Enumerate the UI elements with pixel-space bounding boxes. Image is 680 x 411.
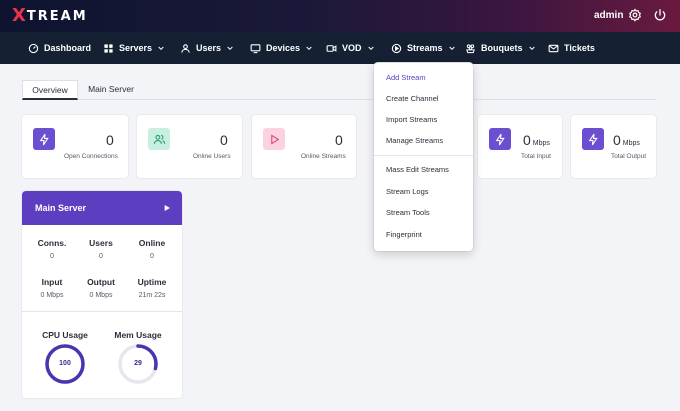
logo-text: TREAM bbox=[26, 8, 88, 24]
stat-icon-box bbox=[489, 128, 511, 150]
stat-unit: Mbps bbox=[532, 140, 550, 147]
stat-value: 0 bbox=[335, 132, 343, 148]
server-card: Main Server Conns. 0 Users 0 Online 0 In… bbox=[22, 191, 182, 398]
servers-icon bbox=[104, 43, 113, 53]
menu-item-mass-edit-streams[interactable]: Mass Edit Streams bbox=[386, 165, 449, 174]
nav-label: Bouquets bbox=[481, 43, 523, 53]
lightning-icon bbox=[39, 133, 49, 145]
stat-card-total-output: 0 Mbps Total Output bbox=[571, 115, 656, 178]
stat-value: 0 Mbps bbox=[613, 132, 640, 148]
tab-bar: Overview Main Server bbox=[22, 80, 656, 100]
nav-streams[interactable]: Streams bbox=[391, 32, 456, 64]
chevron-down-icon bbox=[448, 46, 455, 51]
nav-tickets[interactable]: Tickets bbox=[548, 32, 595, 64]
dashboard-icon bbox=[28, 43, 39, 53]
main-nav: Dashboard Servers Users Devices VOD Stre… bbox=[0, 32, 680, 64]
stat-label: Total Output bbox=[611, 153, 647, 160]
lightning-icon bbox=[495, 133, 505, 145]
top-bar: X TREAM admin bbox=[0, 0, 680, 32]
stat-card-online-streams: 0 Online Streams bbox=[252, 115, 356, 178]
menu-divider bbox=[374, 155, 473, 156]
user-name[interactable]: admin bbox=[594, 10, 623, 21]
stat-icon-box bbox=[33, 128, 55, 150]
logo-x: X bbox=[12, 5, 26, 26]
nav-label: Users bbox=[196, 43, 222, 53]
monitor-icon bbox=[250, 43, 261, 53]
play-icon bbox=[164, 205, 170, 211]
metric-value: 0 Mbps bbox=[89, 292, 113, 299]
metric-value: 0 bbox=[150, 253, 154, 260]
nav-label: Streams bbox=[407, 43, 443, 53]
mail-icon bbox=[548, 44, 559, 52]
stat-card-online-users: 0 Online Users bbox=[137, 115, 242, 178]
power-icon[interactable] bbox=[653, 8, 667, 22]
stat-icon-box bbox=[148, 128, 170, 150]
nav-label: Servers bbox=[119, 43, 153, 53]
users-icon bbox=[153, 134, 165, 144]
chevron-down-icon bbox=[227, 46, 233, 51]
nav-label: Dashboard bbox=[44, 43, 92, 53]
stat-unit: Mbps bbox=[622, 140, 640, 147]
nav-label: VOD bbox=[342, 43, 362, 53]
metric-label: Output bbox=[87, 277, 115, 287]
menu-item-stream-tools[interactable]: Stream Tools bbox=[386, 208, 430, 217]
nav-dashboard[interactable]: Dashboard bbox=[28, 32, 91, 64]
nav-label: Devices bbox=[266, 43, 301, 53]
gauge-value: 100 bbox=[59, 360, 71, 367]
nav-users[interactable]: Users bbox=[180, 32, 234, 64]
metric-value: 0 bbox=[50, 253, 54, 260]
metric-value: 0 bbox=[99, 253, 103, 260]
server-card-header[interactable]: Main Server bbox=[22, 191, 182, 225]
metric-label: Uptime bbox=[137, 277, 167, 287]
chevron-down-icon bbox=[306, 46, 312, 51]
menu-item-import-streams[interactable]: Import Streams bbox=[386, 115, 437, 124]
user-icon bbox=[181, 43, 190, 53]
stat-label: Online Streams bbox=[301, 153, 346, 160]
chevron-down-icon bbox=[367, 46, 374, 51]
divider bbox=[22, 311, 182, 312]
gauge-label: Mem Usage bbox=[114, 330, 162, 340]
stat-card-total-input: 0 Mbps Total Input bbox=[478, 115, 562, 178]
stat-label: Total Input bbox=[521, 153, 551, 160]
stat-label: Open Connections bbox=[64, 153, 118, 160]
brand-logo[interactable]: X TREAM bbox=[12, 7, 88, 25]
stat-value: 0 bbox=[220, 132, 228, 148]
nav-servers[interactable]: Servers bbox=[103, 32, 165, 64]
metric-value: 0 Mbps bbox=[40, 292, 64, 299]
play-circle-icon bbox=[391, 43, 402, 53]
menu-item-fingerprint[interactable]: Fingerprint bbox=[386, 230, 422, 239]
gauge-value: 29 bbox=[134, 360, 142, 367]
nav-devices[interactable]: Devices bbox=[250, 32, 313, 64]
chevron-down-icon bbox=[528, 46, 535, 51]
gear-icon[interactable] bbox=[628, 8, 642, 22]
gauge-label: CPU Usage bbox=[42, 330, 88, 340]
play-icon bbox=[270, 133, 279, 145]
metric-label: Online bbox=[138, 238, 166, 248]
tab-overview[interactable]: Overview bbox=[22, 80, 78, 100]
video-icon bbox=[326, 44, 337, 52]
stat-label: Online Users bbox=[193, 153, 231, 160]
chevron-down-icon bbox=[158, 46, 164, 51]
nav-vod[interactable]: VOD bbox=[326, 32, 375, 64]
menu-item-add-stream[interactable]: Add Stream bbox=[386, 73, 426, 82]
menu-item-manage-streams[interactable]: Manage Streams bbox=[386, 136, 443, 145]
metric-value: 21m 22s bbox=[138, 292, 166, 299]
menu-item-create-channel[interactable]: Create Channel bbox=[386, 94, 439, 103]
metric-label: Input bbox=[41, 277, 63, 287]
lightning-icon bbox=[588, 133, 598, 145]
stat-icon-box bbox=[263, 128, 285, 150]
metric-label: Users bbox=[89, 238, 113, 248]
server-title: Main Server bbox=[35, 203, 87, 213]
stat-icon-box bbox=[582, 128, 604, 150]
tab-main-server[interactable]: Main Server bbox=[82, 80, 140, 100]
metric-label: Conns. bbox=[37, 238, 67, 248]
menu-item-stream-logs[interactable]: Stream Logs bbox=[386, 187, 429, 196]
nav-label: Tickets bbox=[564, 43, 595, 53]
stat-card-open-connections: 0 Open Connections bbox=[22, 115, 128, 178]
stat-value: 0 bbox=[106, 132, 114, 148]
streams-dropdown-menu: Add Stream Create Channel Import Streams… bbox=[374, 63, 473, 251]
stat-value: 0 Mbps bbox=[523, 132, 550, 148]
bouquet-icon bbox=[466, 43, 475, 53]
nav-bouquets[interactable]: Bouquets bbox=[465, 32, 536, 64]
